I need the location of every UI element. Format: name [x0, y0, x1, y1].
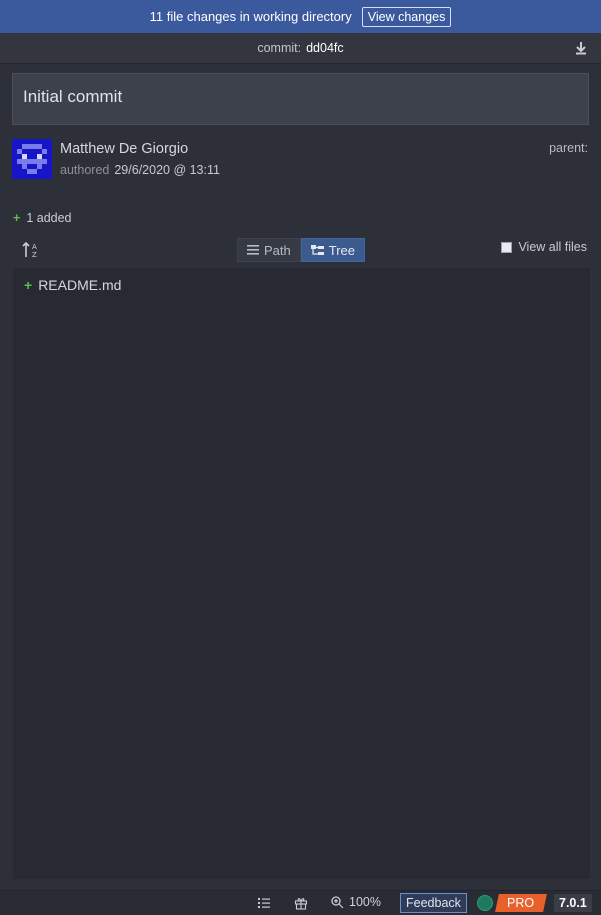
tree-view-button[interactable]: Tree — [300, 238, 365, 262]
path-view-label: Path — [264, 242, 291, 258]
commit-sha[interactable]: dd04fc — [306, 41, 344, 55]
view-all-files-label[interactable]: View all files — [518, 240, 587, 254]
added-summary: +1 added — [13, 211, 72, 225]
path-view-button[interactable]: Path — [237, 238, 301, 262]
sort-alpha-icon[interactable]: A Z — [22, 241, 42, 259]
added-count: 1 added — [26, 211, 72, 225]
tree-view-label: Tree — [328, 242, 355, 258]
commit-message[interactable]: Initial commit — [12, 73, 589, 125]
zoom-control[interactable]: 100% — [331, 895, 381, 909]
view-all-files: View all files — [501, 240, 587, 254]
authored-date: 29/6/2020 @ 13:11 — [114, 163, 220, 177]
banner-message: 11 file changes in working directory — [149, 9, 352, 24]
view-all-files-checkbox[interactable] — [501, 241, 513, 253]
author-meta: authored 29/6/2020 @ 13:11 — [60, 163, 220, 177]
feedback-button[interactable]: Feedback — [400, 893, 467, 913]
commit-header: commit: dd04fc — [0, 33, 601, 64]
list-icon — [247, 245, 259, 255]
svg-text:A: A — [32, 243, 37, 251]
view-changes-button[interactable]: View changes — [361, 6, 452, 27]
commit-label: commit: — [257, 41, 302, 55]
svg-text:Z: Z — [32, 251, 37, 259]
parent-label: parent: — [549, 141, 588, 155]
download-icon[interactable] — [573, 40, 589, 56]
zoom-level: 100% — [349, 895, 381, 909]
pro-badge[interactable]: PRO — [495, 894, 547, 912]
zoom-icon — [331, 895, 344, 908]
author-section: Matthew De Giorgio authored 29/6/2020 @ 1… — [12, 139, 590, 181]
status-bar: 100% Feedback PRO 7.0.1 — [0, 890, 601, 915]
avatar — [12, 139, 52, 179]
version-badge: 7.0.1 — [554, 894, 592, 912]
file-name: README.md — [38, 277, 122, 293]
gitkraken-logo-icon[interactable] — [477, 895, 493, 911]
list-item[interactable]: + README.md — [24, 277, 121, 293]
gift-icon[interactable] — [294, 896, 308, 910]
tree-icon — [310, 244, 324, 255]
authored-label: authored — [60, 163, 110, 177]
list-bullets-icon[interactable] — [257, 896, 271, 910]
added-icon: + — [24, 277, 33, 293]
plus-icon: + — [13, 211, 21, 225]
author-name: Matthew De Giorgio — [60, 141, 189, 157]
view-mode-toggle: Path Tree — [237, 238, 365, 262]
file-list: + README.md — [13, 268, 590, 879]
pro-label: PRO — [507, 896, 535, 910]
working-directory-banner: 11 file changes in working directory Vie… — [0, 0, 601, 33]
